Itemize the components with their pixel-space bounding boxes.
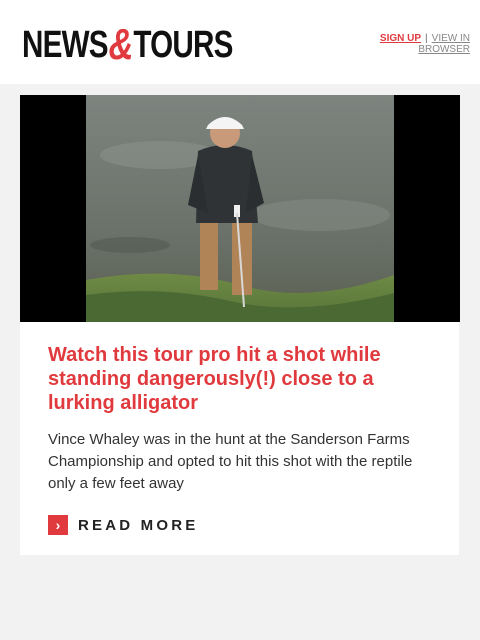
article-title[interactable]: Watch this tour pro hit a shot while sta… [48, 343, 418, 415]
logo-word-tours: TOURS [133, 23, 233, 66]
logo-word-news: NEWS [22, 23, 109, 66]
article-card: Watch this tour pro hit a shot while sta… [20, 95, 460, 555]
link-separator: | [425, 33, 428, 44]
news-tours-logo[interactable]: NEWS & TOURS [22, 20, 233, 69]
article-hero-image[interactable] [20, 95, 460, 322]
sign-up-link[interactable]: SIGN UP [380, 33, 421, 44]
read-more-button[interactable]: › READ MORE [48, 515, 198, 535]
header-links: SIGN UP | VIEW IN BROWSER [350, 33, 470, 55]
email-header: NEWS & TOURS SIGN UP | VIEW IN BROWSER [0, 0, 480, 84]
article-description: Vince Whaley was in the hunt at the Sand… [48, 431, 413, 492]
golfer-by-water-photo [20, 95, 460, 322]
chevron-right-icon: › [48, 515, 68, 535]
logo-ampersand: & [108, 20, 134, 69]
read-more-label: READ MORE [78, 516, 199, 534]
